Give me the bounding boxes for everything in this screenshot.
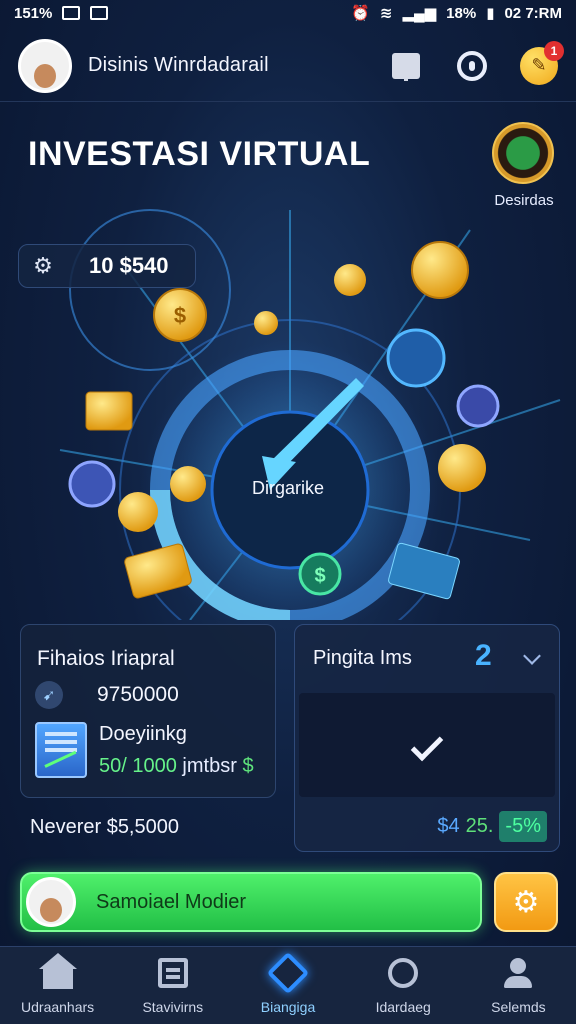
checkmark-icon <box>410 728 444 762</box>
profile-avatar[interactable] <box>18 38 72 93</box>
image-icon <box>62 6 81 20</box>
flag-icon <box>392 52 420 81</box>
trades-title: Pingita Ims <box>313 647 412 669</box>
stat-change-badge: -5% <box>499 811 547 842</box>
gallery-icon <box>90 6 109 20</box>
flag-button[interactable] <box>388 48 424 84</box>
signal-icon: ▂▄▆ <box>402 5 437 22</box>
svg-text:$: $ <box>314 565 325 587</box>
trades-stats: $4 25. -5% <box>437 811 547 842</box>
battery-icon: ▮ <box>486 5 495 22</box>
balance-chip[interactable]: ⚙ 10 $540 <box>18 244 196 288</box>
nav-label: Biangiga <box>260 999 316 1015</box>
nav-label: Selemds <box>491 999 546 1015</box>
status-text: 151% <box>14 4 53 22</box>
achievement-badge-icon[interactable] <box>492 122 554 184</box>
home-icon <box>38 953 77 989</box>
portfolio-amount: 9750000 <box>97 683 179 706</box>
header-actions: ✎ 1 <box>388 40 564 85</box>
stat-a: $4 <box>437 815 460 837</box>
compass-icon: ➹ <box>35 681 63 709</box>
wifi-icon: ≋ <box>379 5 393 22</box>
arrow-icon <box>266 951 310 995</box>
avatar-head <box>34 63 56 88</box>
settings-button[interactable]: ⚙ <box>494 872 558 932</box>
alarm-icon: ⏰ <box>351 5 370 22</box>
trades-count: 2 <box>475 639 492 672</box>
page-title: INVESTASI VIRTUAL <box>28 135 371 173</box>
portfolio-sub-label: Doeyiinkg <box>99 723 187 745</box>
dial-label: Dirgarike <box>251 478 325 498</box>
app-header: Disinis Winrdadarail ✎ 1 <box>0 30 576 102</box>
portfolio-amount-row: ➹ 9750000 <box>35 681 179 709</box>
notification-button[interactable]: ✎ 1 <box>520 40 564 85</box>
trades-panel <box>299 693 555 797</box>
status-bar: 151% ⏰ ≋ ▂▄▆ 18% ▮ 02 7:RM <box>0 0 576 26</box>
nav-label: Udraanhars <box>21 999 95 1015</box>
balance-value: 10 $540 <box>89 253 169 278</box>
bell-icon: ✎ <box>531 55 547 75</box>
cta-avatar <box>26 877 76 927</box>
status-bar-right: ⏰ ≋ ▂▄▆ 18% ▮ 02 7:RM <box>351 4 562 23</box>
primary-action-label: Samoiael Modier <box>96 890 247 913</box>
progress-value: 50/ 1000 <box>99 755 177 777</box>
box-icon <box>157 958 188 988</box>
svg-text:$: $ <box>174 303 186 328</box>
chevron-down-icon[interactable] <box>523 647 541 665</box>
battery-percent: 18% <box>446 4 477 22</box>
nav-item-home[interactable]: Udraanhars <box>0 947 115 1024</box>
gear-icon: ⚙ <box>33 253 53 278</box>
power-button[interactable] <box>454 48 490 84</box>
investment-summary: Neverer $5,5000 <box>30 816 179 838</box>
stat-b: 25. <box>465 815 494 837</box>
avatar-head <box>40 898 62 922</box>
user-icon <box>504 958 533 988</box>
nav-item-stats[interactable]: Stavivirns <box>115 947 230 1024</box>
portfolio-progress: 50/ 1000 jmtbsr $ <box>99 755 254 778</box>
dollar-icon: $ <box>242 755 254 777</box>
chart-report-icon <box>35 722 87 778</box>
portfolio-card[interactable]: Fihaios Iriapral ➹ 9750000 Doeyiinkg 50/… <box>20 624 276 798</box>
portfolio-title: Fihaios Iriapral <box>37 647 175 670</box>
nav-item-profile[interactable]: Selemds <box>461 947 576 1024</box>
progress-unit: jmtbsr <box>182 755 237 777</box>
trades-card[interactable]: Pingita Ims 2 $4 25. -5% <box>294 624 560 852</box>
power-icon <box>457 50 487 81</box>
status-bar-left: 151% <box>14 4 109 22</box>
user-name: Disinis Winrdadarail <box>88 54 269 76</box>
timer-icon <box>388 958 419 988</box>
nav-label: Stavivirns <box>142 999 204 1015</box>
notification-badge: 1 <box>544 40 564 61</box>
gear-icon: ⚙ <box>512 885 540 919</box>
nav-label: Idardaeg <box>375 999 431 1015</box>
left-orbit <box>69 209 231 371</box>
clock: 02 7:RM <box>504 4 562 22</box>
nav-item-invest[interactable]: Biangiga <box>230 947 345 1024</box>
bottom-navigation: Udraanhars Stavivirns Biangiga Idardaeg … <box>0 946 576 1024</box>
nav-item-history[interactable]: Idardaeg <box>346 947 461 1024</box>
primary-action-button[interactable]: Samoiael Modier <box>20 872 482 932</box>
